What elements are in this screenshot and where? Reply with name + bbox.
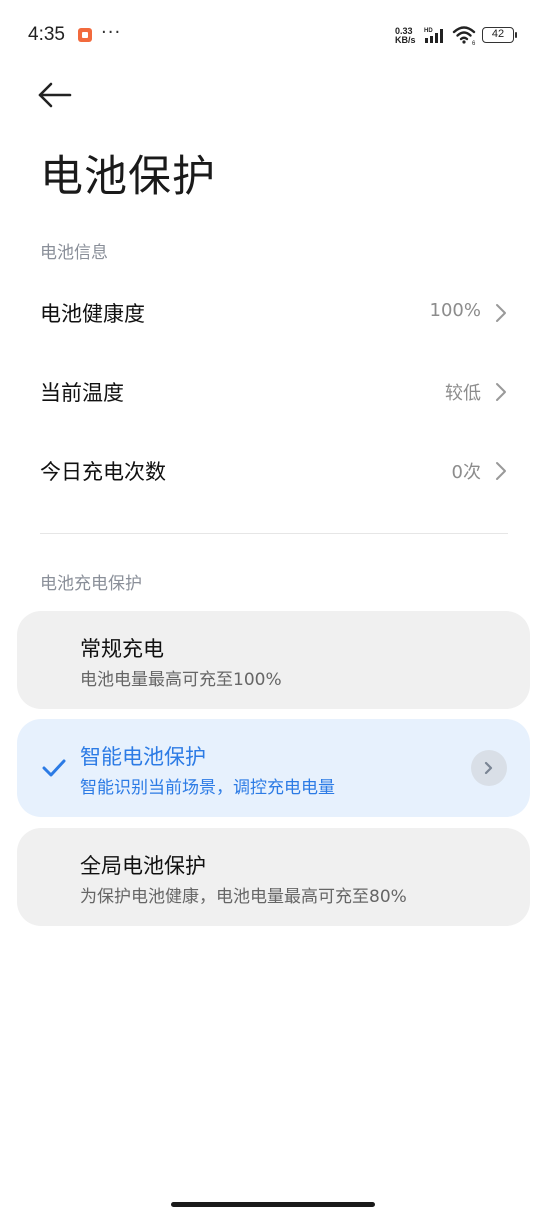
network-speed-unit: KB/s <box>395 35 416 45</box>
network-speed: 0.33 KB/s <box>395 27 421 45</box>
battery-info-section-label: 电池信息 <box>40 243 108 263</box>
battery-icon: 42 <box>482 27 517 43</box>
option-description: 智能识别当前场景，调控充电电量 <box>80 778 335 798</box>
arrow-left-icon <box>38 82 72 108</box>
charge-count-label: 今日充电次数 <box>40 460 166 484</box>
option-description: 电池电量最高可充至100% <box>80 670 282 690</box>
back-button[interactable] <box>36 78 76 112</box>
option-global-battery-protection[interactable]: 全局电池保护 为保护电池健康，电池电量最高可充至80% <box>17 828 530 926</box>
signal-hd-label: HD <box>424 28 433 34</box>
more-notifications-icon: ··· <box>101 22 122 43</box>
battery-health-label: 电池健康度 <box>40 302 145 326</box>
option-details-button[interactable] <box>471 750 507 786</box>
section-divider <box>40 533 508 534</box>
battery-health-row[interactable]: 电池健康度 100% <box>0 274 547 352</box>
status-time: 4:35 <box>28 24 65 45</box>
option-title: 全局电池保护 <box>80 854 206 878</box>
home-indicator[interactable] <box>171 1202 375 1207</box>
current-temperature-row[interactable]: 当前温度 较低 <box>0 353 547 431</box>
option-description: 为保护电池健康，电池电量最高可充至80% <box>80 887 407 907</box>
chevron-right-icon <box>484 761 493 775</box>
notification-app-icon <box>78 28 92 42</box>
chevron-right-icon <box>496 462 506 480</box>
status-bar: 4:35 ··· 0.33 KB/s HD 6 42 <box>0 0 547 70</box>
option-title: 常规充电 <box>80 637 164 661</box>
current-temperature-value: 较低 <box>445 383 481 404</box>
chevron-right-icon <box>496 304 506 322</box>
option-normal-charging[interactable]: 常规充电 电池电量最高可充至100% <box>17 611 530 709</box>
chevron-right-icon <box>496 383 506 401</box>
wifi-icon: 6 <box>452 25 478 49</box>
svg-text:6: 6 <box>472 41 476 45</box>
check-icon <box>42 759 66 777</box>
page-title: 电池保护 <box>40 152 216 202</box>
charge-count-row[interactable]: 今日充电次数 0次 <box>0 432 547 510</box>
battery-health-value: 100% <box>429 300 481 321</box>
current-temperature-label: 当前温度 <box>40 381 124 405</box>
charge-count-value: 0次 <box>451 462 481 483</box>
option-smart-battery-protection[interactable]: 智能电池保护 智能识别当前场景，调控充电电量 <box>17 719 530 817</box>
charge-protection-section-label: 电池充电保护 <box>40 574 142 594</box>
signal-icon: HD <box>424 26 448 48</box>
option-title: 智能电池保护 <box>80 745 206 769</box>
